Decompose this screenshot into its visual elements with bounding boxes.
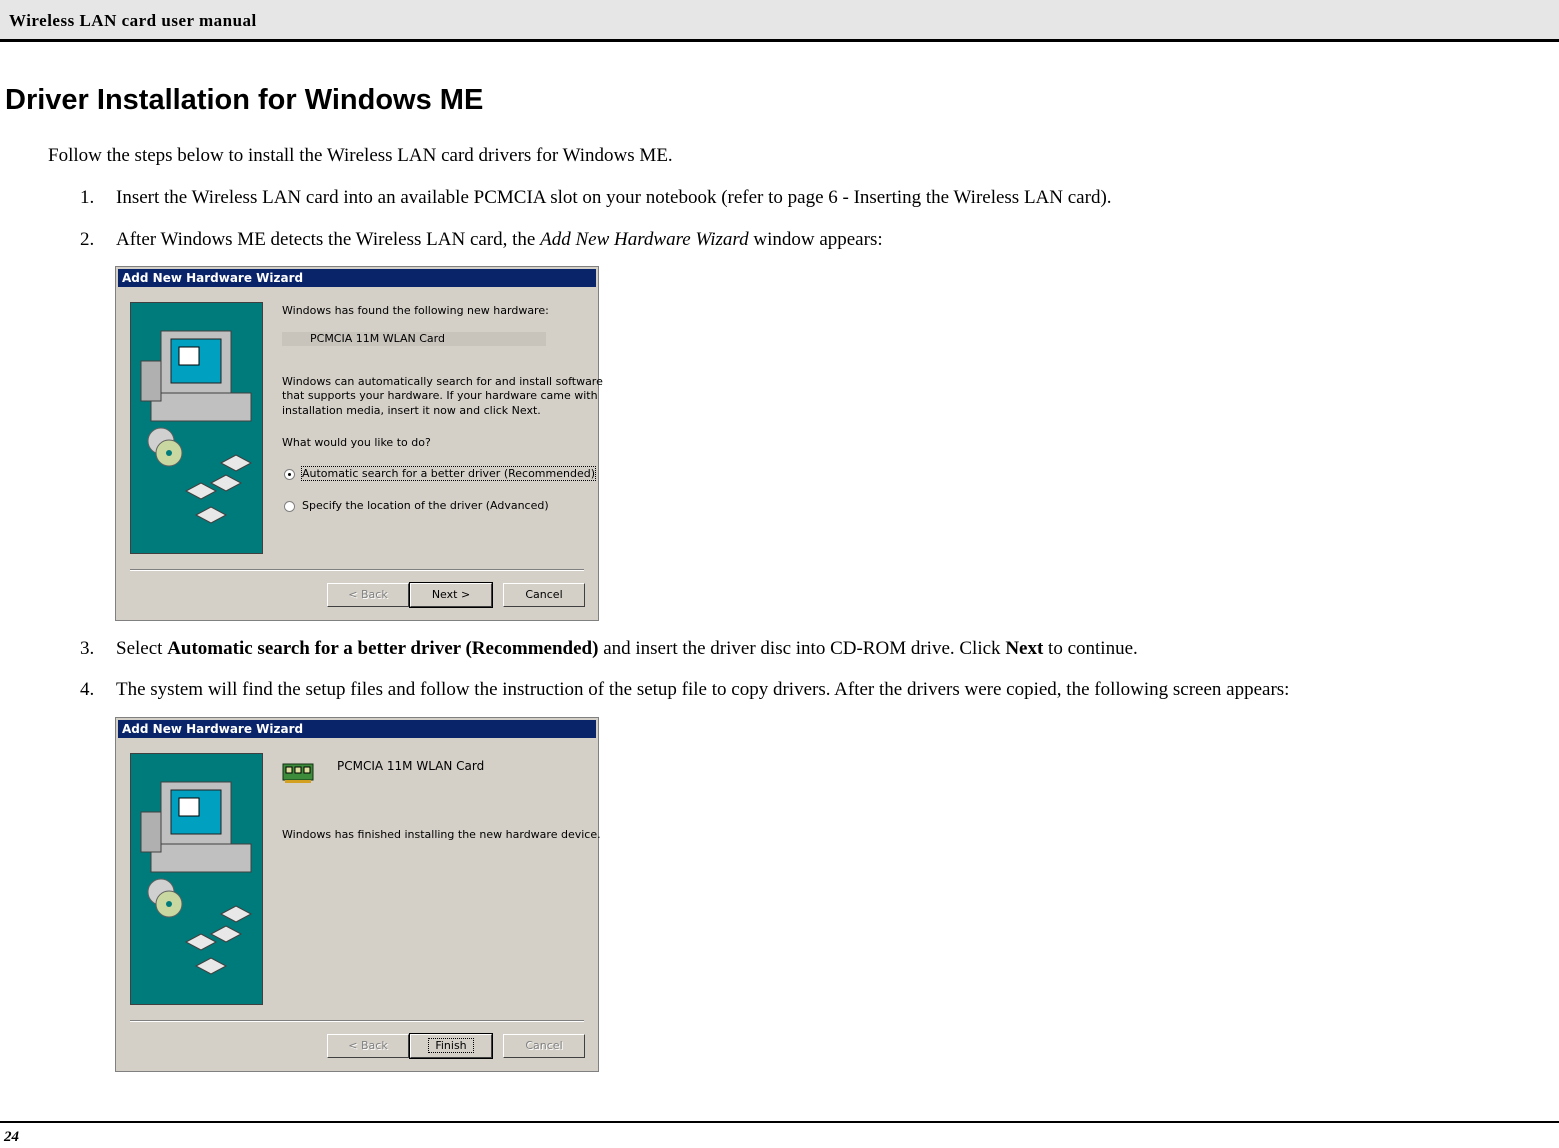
step-text: The system will find the setup files and…	[116, 679, 1290, 700]
add-hardware-dialog-search: Add New Hardware Wizard Windows has foun…	[115, 266, 603, 621]
back-button[interactable]: < Back	[327, 1034, 409, 1058]
step-1: 1. Insert the Wireless LAN card into an a…	[80, 187, 1112, 209]
device-name: PCMCIA 11M WLAN Card	[337, 759, 485, 773]
step-number: 2.	[80, 229, 95, 250]
page-number: 24	[4, 1129, 19, 1145]
step-number: 3.	[80, 638, 95, 659]
footer-rule	[0, 1121, 1559, 1123]
cancel-button[interactable]: Cancel	[503, 583, 585, 607]
question-label: What would you like to do?	[282, 436, 431, 449]
option-specify-location-label[interactable]: Specify the location of the driver (Adva…	[302, 499, 549, 512]
description-line-3: installation media, insert it now and cl…	[282, 404, 541, 417]
wizard-illustration	[130, 753, 263, 1005]
dialog-title-bar: Add New Hardware Wizard	[118, 720, 596, 738]
section-heading: Driver Installation for Windows ME	[5, 84, 484, 116]
step-text: Insert the Wireless LAN card into an ava…	[116, 187, 1112, 208]
network-card-icon	[282, 760, 316, 784]
cancel-button[interactable]: Cancel	[503, 1034, 585, 1058]
dialog-separator	[130, 1020, 584, 1022]
radio-specify-location[interactable]	[284, 501, 295, 512]
radio-automatic-search[interactable]	[284, 469, 295, 480]
step-2: 2. After Windows ME detects the Wireless …	[80, 229, 883, 251]
back-button[interactable]: < Back	[327, 583, 409, 607]
step-text: to continue.	[1043, 638, 1138, 659]
option-automatic-search-label[interactable]: Automatic search for a better driver (Re…	[300, 466, 597, 481]
intro-text: Follow the steps below to install the Wi…	[48, 145, 673, 166]
dialog-title-bar: Add New Hardware Wizard	[118, 269, 596, 287]
description-line-2: that supports your hardware. If your har…	[282, 389, 598, 402]
manual-title: Wireless LAN card user manual	[9, 11, 257, 30]
step-text: and insert the driver disc into CD-ROM d…	[598, 638, 1006, 659]
step-text: After Windows ME detects the Wireless LA…	[116, 229, 541, 250]
finish-button[interactable]: Finish	[409, 1033, 493, 1059]
step-number: 1.	[80, 187, 95, 208]
step-3: 3. Select Automatic search for a better d…	[80, 638, 1138, 660]
wizard-name: Add New Hardware Wizard	[540, 229, 749, 250]
step-text: Select	[116, 638, 168, 659]
description-line-1: Windows can automatically search for and…	[282, 375, 603, 388]
finished-message: Windows has finished installing the new …	[282, 828, 601, 841]
option-reference: Automatic search for a better driver (Re…	[167, 638, 599, 659]
step-number: 4.	[80, 679, 95, 700]
finish-label: Finish	[428, 1038, 474, 1053]
dialog-separator	[130, 569, 584, 571]
step-text: window appears:	[748, 229, 883, 250]
wizard-illustration	[130, 302, 263, 554]
device-name-field: PCMCIA 11M WLAN Card	[282, 332, 546, 346]
next-reference: Next	[1005, 638, 1044, 659]
next-button[interactable]: Next >	[409, 582, 493, 608]
step-4: 4. The system will find the setup files a…	[80, 679, 1289, 701]
add-hardware-dialog-finish: Add New Hardware Wizard PCMCIA 11M WLAN …	[115, 717, 601, 1072]
page-header: Wireless LAN card user manual	[0, 0, 1559, 42]
found-hardware-label: Windows has found the following new hard…	[282, 304, 549, 317]
device-name: PCMCIA 11M WLAN Card	[310, 332, 445, 345]
